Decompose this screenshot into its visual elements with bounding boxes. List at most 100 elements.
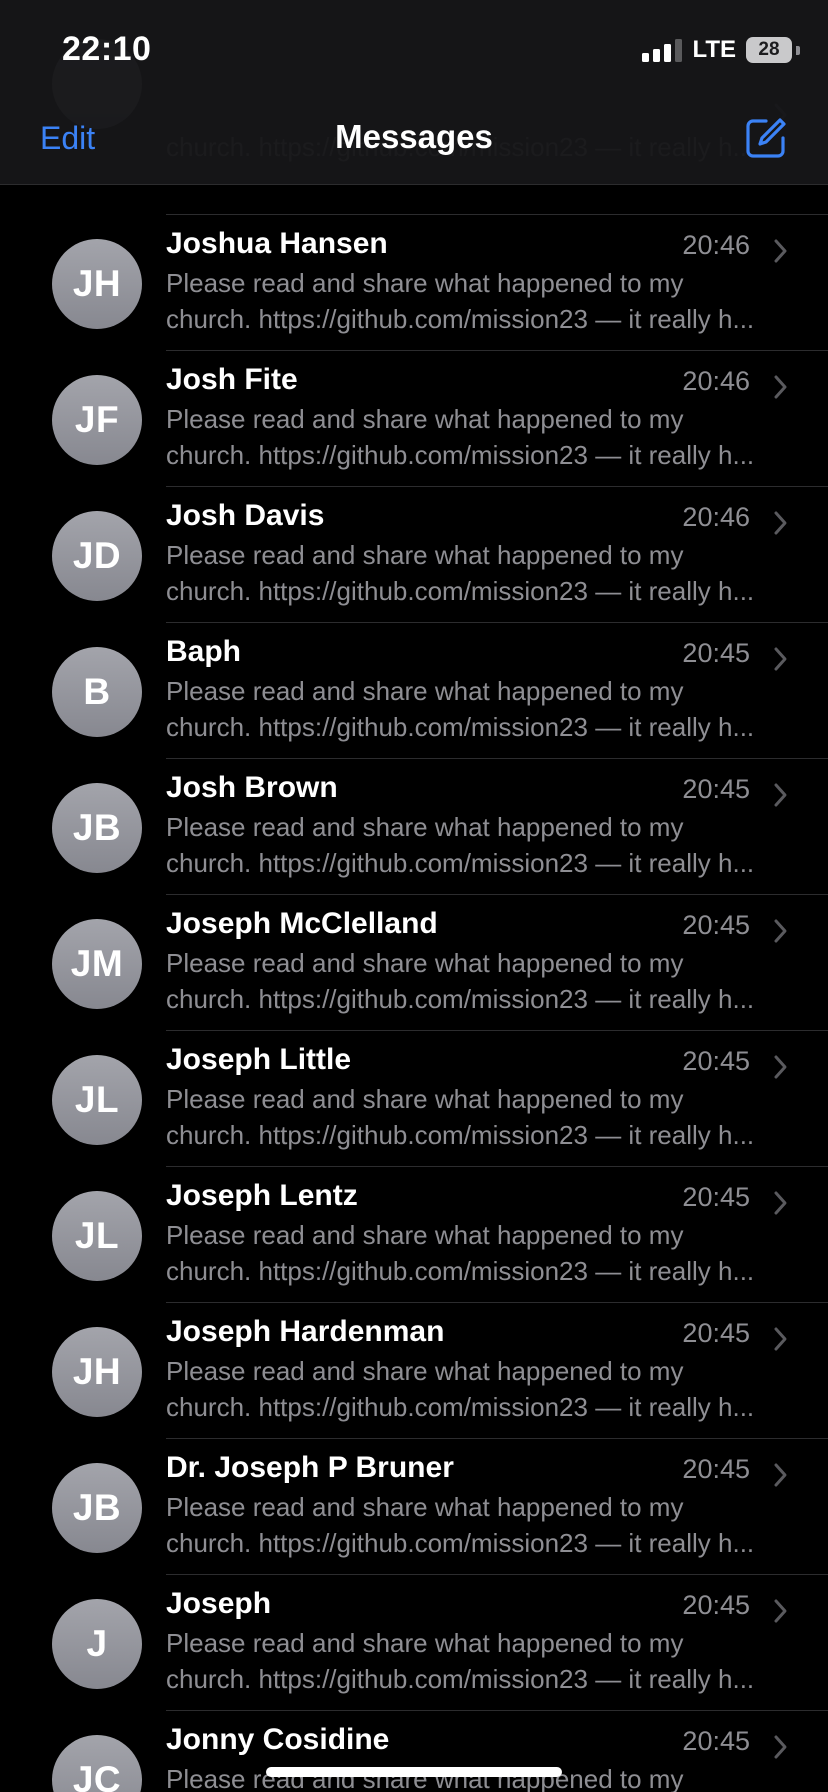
preview-line-1: Please read and share what happened to m…	[166, 268, 684, 298]
contact-name: Baph	[166, 635, 241, 668]
avatar-initials: JM	[70, 943, 124, 984]
edit-button[interactable]: Edit	[40, 120, 95, 157]
message-time: 20:45	[682, 1318, 750, 1348]
message-preview: Please read and share what happened to m…	[166, 1625, 786, 1697]
contact-name: Joseph Lentz	[166, 1179, 358, 1212]
avatar-initials: B	[83, 671, 111, 712]
preview-line-2: church. https://github.com/mission23 — i…	[166, 712, 755, 742]
battery-icon: 28	[746, 37, 800, 63]
conversation-row[interactable]: JL Joseph Lentz 20:45 Please read and sh…	[0, 1167, 828, 1303]
conversation-row[interactable]: JM Joseph McClelland 20:45 Please read a…	[0, 895, 828, 1031]
avatar: JL	[52, 1055, 142, 1145]
message-preview: Please read and share what happened to m…	[166, 401, 786, 473]
chevron-right-icon	[774, 647, 787, 671]
avatar: JB	[52, 1463, 142, 1553]
contact-name: Josh Davis	[166, 499, 325, 532]
preview-line-2: church. https://github.com/mission23 — i…	[166, 1120, 755, 1150]
preview-line-2: church. https://github.com/mission23 — i…	[166, 848, 755, 878]
preview-line-1: Please read and share what happened to m…	[166, 1220, 684, 1250]
preview-line-1: Please read and share what happened to m…	[166, 812, 684, 842]
avatar-initials: JH	[72, 1351, 122, 1392]
navigation-bar: Edit Messages	[0, 100, 828, 184]
chevron-right-icon	[774, 1599, 787, 1623]
preview-line-1: Please read and share what happened to m…	[166, 540, 684, 570]
message-time: 20:46	[682, 502, 750, 532]
contact-name: Joseph	[166, 1587, 272, 1620]
chevron-right-icon	[774, 1055, 787, 1079]
contact-name: Dr. Joseph P Bruner	[166, 1451, 454, 1484]
conversation-row[interactable]: JB Josh Brown 20:45 Please read and shar…	[0, 759, 828, 895]
conversation-list[interactable]: church. https://github.com/mission23 — i…	[0, 39, 828, 1792]
chevron-right-icon	[774, 375, 787, 399]
contact-name: Joseph Hardenman	[166, 1315, 445, 1348]
conversation-row[interactable]: B Baph 20:45 Please read and share what …	[0, 623, 828, 759]
cellular-signal-icon	[642, 38, 683, 62]
avatar: B	[52, 647, 142, 737]
status-indicators: LTE 28	[642, 34, 800, 66]
message-time: 20:45	[682, 910, 750, 940]
preview-line-1: Please read and share what happened to m…	[166, 676, 684, 706]
preview-line-2: church. https://github.com/mission23 — i…	[166, 440, 755, 470]
conversation-row[interactable]: JB Dr. Joseph P Bruner 20:45 Please read…	[0, 1439, 828, 1575]
message-preview: Please read and share what happened to m…	[166, 1353, 786, 1425]
message-time: 20:45	[682, 1454, 750, 1484]
chevron-right-icon	[774, 1191, 787, 1215]
preview-line-1: Please read and share what happened to m…	[166, 948, 684, 978]
conversation-row[interactable]: JL Joseph Little 20:45 Please read and s…	[0, 1031, 828, 1167]
contact-name: Joshua Hansen	[166, 227, 388, 260]
avatar-initials: JB	[72, 1487, 122, 1528]
preview-line-1: Please read and share what happened to m…	[166, 1084, 684, 1114]
preview-line-2: church. https://github.com/mission23 — i…	[166, 576, 755, 606]
message-preview: Please read and share what happened to m…	[166, 1489, 786, 1561]
avatar-initials: JB	[72, 807, 122, 848]
preview-line-1: Please read and share what happened to m…	[166, 1492, 684, 1522]
avatar: JB	[52, 783, 142, 873]
message-preview: Please read and share what happened to m…	[166, 945, 786, 1017]
contact-name: Jonny Cosidine	[166, 1723, 390, 1756]
preview-line-2: church. https://github.com/mission23 — i…	[166, 984, 755, 1014]
conversation-row[interactable]: JH Joseph Hardenman 20:45 Please read an…	[0, 1303, 828, 1439]
avatar-initials: J	[86, 1623, 108, 1664]
message-time: 20:45	[682, 638, 750, 668]
avatar-initials: JD	[72, 535, 122, 576]
battery-level: 28	[758, 39, 780, 60]
message-time: 20:45	[682, 1046, 750, 1076]
contact-name: Josh Fite	[166, 363, 298, 396]
avatar: JH	[52, 239, 142, 329]
chevron-right-icon	[774, 783, 787, 807]
message-time: 20:45	[682, 1182, 750, 1212]
message-preview: Please read and share what happened to m…	[166, 265, 786, 337]
message-time: 20:46	[682, 366, 750, 396]
conversation-row[interactable]: JH Joshua Hansen 20:46 Please read and s…	[0, 215, 828, 351]
status-bar: 22:10 LTE 28	[0, 0, 828, 100]
chevron-right-icon	[774, 1735, 787, 1759]
page-title: Messages	[335, 118, 493, 155]
conversation-row[interactable]: JC Jonny Cosidine 20:45 Please read and …	[0, 1711, 828, 1792]
home-indicator[interactable]	[266, 1767, 562, 1777]
compose-icon[interactable]	[744, 116, 788, 160]
preview-line-2: church. https://github.com/mission23 — i…	[166, 1392, 755, 1422]
contact-name: Josh Brown	[166, 771, 338, 804]
avatar-initials: JF	[74, 399, 120, 440]
contact-name: Joseph Little	[166, 1043, 352, 1076]
header: 22:10 LTE 28 Edit Messages	[0, 0, 828, 185]
conversation-row[interactable]: J Joseph 20:45 Please read and share wha…	[0, 1575, 828, 1711]
conversation-row[interactable]: JF Josh Fite 20:46 Please read and share…	[0, 351, 828, 487]
avatar: JC	[52, 1735, 142, 1792]
message-preview: Please read and share what happened to m…	[166, 1217, 786, 1289]
avatar: JL	[52, 1191, 142, 1281]
preview-line-1: Please read and share what happened to m…	[166, 1628, 684, 1658]
conversation-row[interactable]: JD Josh Davis 20:46 Please read and shar…	[0, 487, 828, 623]
message-preview: Please read and share what happened to m…	[166, 673, 786, 745]
network-type: LTE	[692, 36, 736, 63]
chevron-right-icon	[774, 239, 787, 263]
chevron-right-icon	[774, 1463, 787, 1487]
avatar: J	[52, 1599, 142, 1689]
chevron-right-icon	[774, 511, 787, 535]
avatar: JH	[52, 1327, 142, 1417]
status-time: 22:10	[62, 30, 152, 68]
preview-line-1: Please read and share what happened to m…	[166, 404, 684, 434]
preview-line-1: Please read and share what happened to m…	[166, 1356, 684, 1386]
chevron-right-icon	[774, 919, 787, 943]
avatar: JM	[52, 919, 142, 1009]
